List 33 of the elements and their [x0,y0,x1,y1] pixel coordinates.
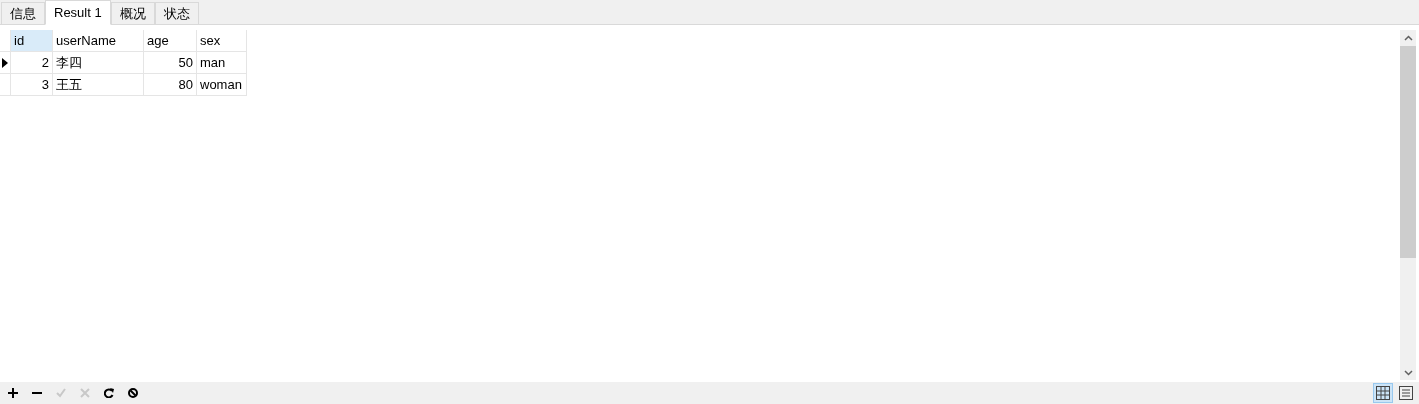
table-cell: 李四 [53,52,144,74]
grid-view-button[interactable] [1373,383,1393,403]
current-row-icon [2,57,8,68]
add-button[interactable] [8,386,18,400]
form-view-button[interactable] [1396,383,1416,403]
scroll-down-icon [1403,370,1413,376]
column-header[interactable]: userName [53,30,144,52]
check-icon [56,388,66,398]
stop-button[interactable] [128,386,138,400]
refresh-button[interactable] [104,386,114,400]
table-cell: 50 [144,52,197,74]
column-header[interactable]: sex [197,30,247,52]
table-cell: 80 [144,74,197,96]
plus-icon [8,388,18,398]
column-header[interactable]: age [144,30,197,52]
row-header[interactable] [0,52,11,74]
column-header[interactable]: id [11,30,53,52]
table-cell: woman [197,74,247,96]
tab[interactable]: 概况 [110,2,155,24]
tab[interactable]: 信息 [1,2,45,24]
table-cell: 2 [11,52,53,74]
table-cell: 3 [11,74,53,96]
table-cell: man [197,52,247,74]
scroll-up-icon [1403,35,1413,41]
tab[interactable]: 状态 [154,2,199,24]
scrollbar[interactable] [1400,30,1416,380]
table-cell: 王五 [53,74,144,96]
stop-icon [128,388,138,398]
refresh-icon [104,388,114,398]
cross-icon [80,388,90,398]
form-view-icon [1399,386,1413,400]
tab[interactable]: Result 1 [45,0,111,25]
grid-icon [1376,386,1390,400]
